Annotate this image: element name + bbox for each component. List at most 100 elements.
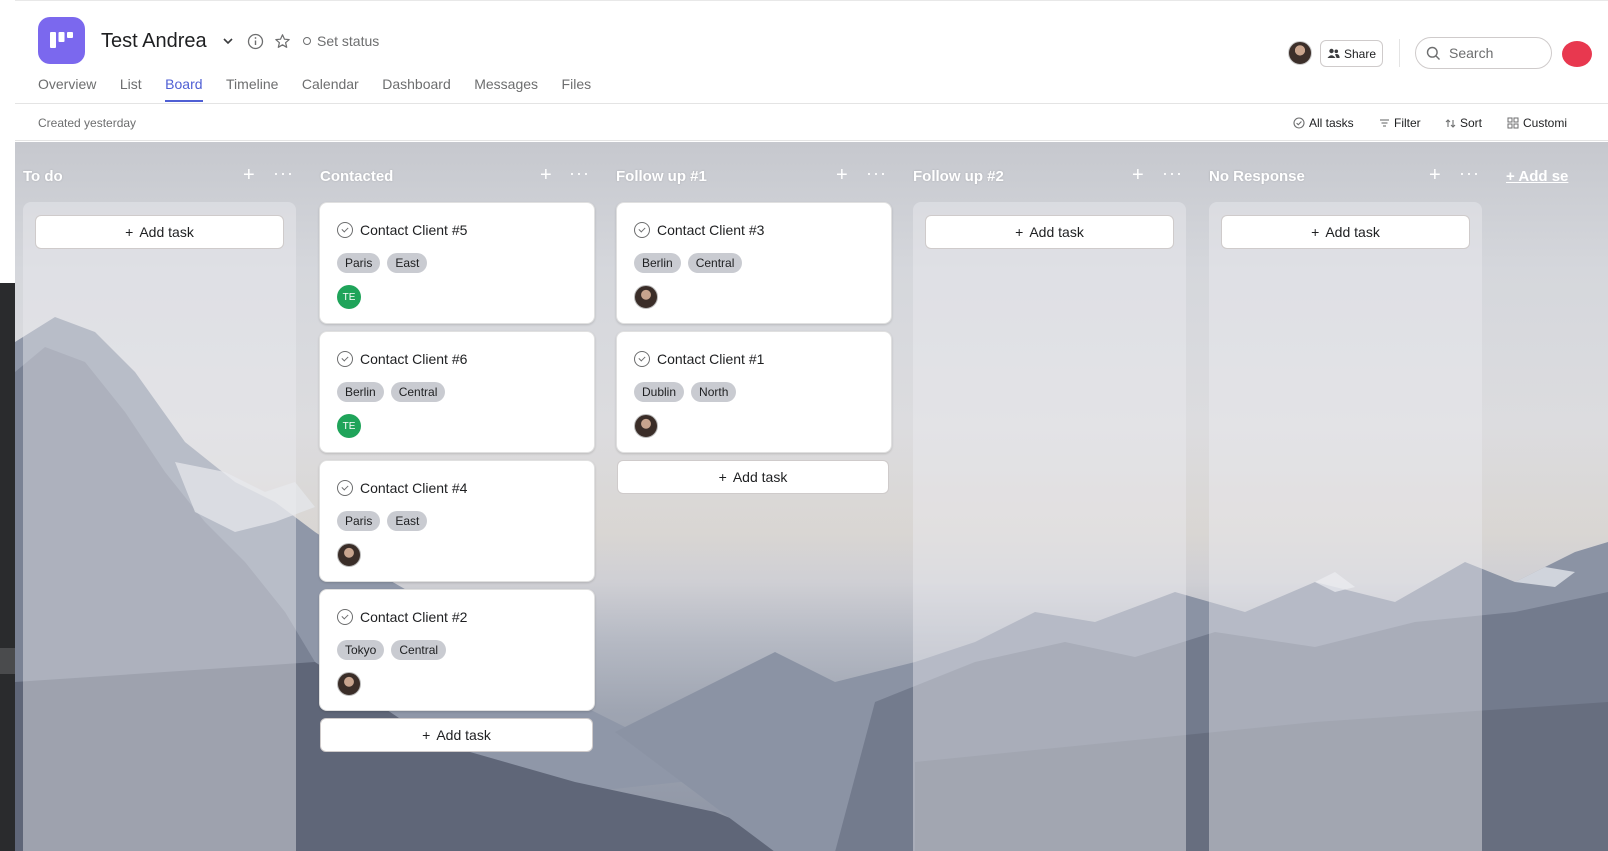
task-tags: Paris East xyxy=(337,511,428,531)
add-task-label: Add task xyxy=(732,469,788,485)
tag[interactable]: Paris xyxy=(337,253,381,273)
tag[interactable]: North xyxy=(691,382,737,402)
column-header-no-response[interactable]: No Response xyxy=(1209,168,1305,188)
tag[interactable]: Berlin xyxy=(634,253,681,273)
plus-icon[interactable]: + xyxy=(1429,164,1441,187)
tab-board[interactable]: Board xyxy=(165,76,203,102)
filter-label: Filter xyxy=(1394,116,1421,130)
tag[interactable]: Berlin xyxy=(337,382,384,402)
sort-button[interactable]: Sort xyxy=(1445,116,1482,130)
check-circle-icon[interactable] xyxy=(337,480,353,496)
plus-icon[interactable]: + xyxy=(243,164,255,187)
chevron-down-icon[interactable] xyxy=(218,31,238,51)
task-tags: Tokyo Central xyxy=(337,640,447,660)
tag[interactable]: Tokyo xyxy=(337,640,385,660)
assignee-avatar[interactable] xyxy=(634,285,658,309)
tag[interactable]: Central xyxy=(390,382,446,402)
plus-icon[interactable]: + xyxy=(836,164,848,187)
add-task-button[interactable]: + Add task xyxy=(925,215,1174,249)
tab-timeline[interactable]: Timeline xyxy=(226,76,278,102)
check-circle-icon[interactable] xyxy=(337,222,353,238)
app-window: Test Andrea Set status Overview List Boa… xyxy=(15,0,1608,851)
plus-icon: + xyxy=(125,224,134,240)
tag[interactable]: Central xyxy=(391,640,447,660)
tab-files[interactable]: Files xyxy=(562,76,592,102)
grid-icon xyxy=(1507,117,1519,129)
add-task-button[interactable]: + Add task xyxy=(320,718,593,752)
assignee-avatar[interactable] xyxy=(337,672,361,696)
tag[interactable]: East xyxy=(387,511,428,531)
people-icon xyxy=(1327,48,1340,58)
tab-dashboard[interactable]: Dashboard xyxy=(382,76,451,102)
column-no-response xyxy=(1209,202,1482,851)
project-header: Test Andrea Set status Overview List Boa… xyxy=(15,1,1608,104)
add-task-button[interactable]: + Add task xyxy=(35,215,284,249)
check-circle-icon[interactable] xyxy=(634,351,650,367)
plus-icon[interactable]: + xyxy=(1132,164,1144,187)
user-avatar[interactable] xyxy=(1562,41,1592,67)
tab-list[interactable]: List xyxy=(120,76,142,102)
customize-button[interactable]: Customi xyxy=(1507,116,1567,130)
project-title[interactable]: Test Andrea xyxy=(101,30,207,53)
task-title: Contact Client #4 xyxy=(360,480,468,496)
customize-label: Customi xyxy=(1523,116,1568,130)
sort-label: Sort xyxy=(1460,116,1483,130)
column-header-to-do[interactable]: To do xyxy=(23,168,63,188)
check-circle-icon[interactable] xyxy=(634,222,650,238)
star-icon[interactable] xyxy=(272,31,292,51)
task-tags: Berlin Central xyxy=(634,253,743,273)
add-task-label: Add task xyxy=(1325,224,1380,240)
share-button[interactable]: Share xyxy=(1320,40,1383,67)
plus-icon: + xyxy=(422,727,431,743)
sidebar-edge xyxy=(0,283,15,851)
assignee-avatar[interactable]: TE xyxy=(337,285,361,309)
add-task-button[interactable]: + Add task xyxy=(1221,215,1470,249)
column-header-follow-up-1[interactable]: Follow up #1 xyxy=(616,168,707,188)
assignee-avatar[interactable] xyxy=(634,414,658,438)
add-task-button[interactable]: + Add task xyxy=(617,460,889,494)
tag[interactable]: Paris xyxy=(337,511,381,531)
tab-messages[interactable]: Messages xyxy=(474,76,538,102)
board-toolbar: Created yesterday All tasks Filter Sort … xyxy=(15,105,1608,141)
created-info: Created yesterday xyxy=(38,116,137,130)
more-icon[interactable]: ··· xyxy=(1459,163,1480,184)
tab-calendar[interactable]: Calendar xyxy=(302,76,359,102)
task-card[interactable]: Contact Client #1 Dublin North xyxy=(616,331,892,453)
task-card[interactable]: Contact Client #2 Tokyo Central xyxy=(319,589,595,711)
assignee-avatar[interactable]: TE xyxy=(337,414,361,438)
task-card[interactable]: Contact Client #4 Paris East xyxy=(319,460,595,582)
add-task-label: Add task xyxy=(436,727,491,743)
plus-icon: + xyxy=(1311,224,1320,240)
assignee-avatar[interactable] xyxy=(337,543,361,567)
column-header-contacted[interactable]: Contacted xyxy=(320,168,393,188)
task-title: Contact Client #5 xyxy=(360,222,468,238)
more-icon[interactable]: ··· xyxy=(1162,163,1183,184)
tab-overview[interactable]: Overview xyxy=(38,76,96,102)
search-placeholder: Search xyxy=(1449,45,1494,61)
more-icon[interactable]: ··· xyxy=(569,163,590,184)
filter-button[interactable]: Filter xyxy=(1379,116,1421,130)
tag[interactable]: Dublin xyxy=(634,382,685,402)
task-title: Contact Client #2 xyxy=(360,609,468,625)
info-icon[interactable] xyxy=(245,31,265,51)
task-card[interactable]: Contact Client #3 Berlin Central xyxy=(616,202,892,324)
check-circle-icon[interactable] xyxy=(337,351,353,367)
column-header-follow-up-2[interactable]: Follow up #2 xyxy=(913,168,1004,188)
project-tabs: Overview List Board Timeline Calendar Da… xyxy=(38,76,615,102)
more-icon[interactable]: ··· xyxy=(866,163,887,184)
sort-icon xyxy=(1445,118,1456,128)
member-avatar[interactable] xyxy=(1288,41,1312,65)
task-card[interactable]: Contact Client #6 Berlin Central TE xyxy=(319,331,595,453)
task-tags: Berlin Central xyxy=(337,382,446,402)
task-card[interactable]: Contact Client #5 Paris East TE xyxy=(319,202,595,324)
search-input[interactable]: Search xyxy=(1415,37,1552,69)
tag[interactable]: Central xyxy=(687,253,743,273)
add-section-button[interactable]: + Add se xyxy=(1506,168,1568,185)
more-icon[interactable]: ··· xyxy=(273,163,294,184)
check-circle-icon[interactable] xyxy=(337,609,353,625)
project-board-icon[interactable] xyxy=(38,17,85,64)
plus-icon[interactable]: + xyxy=(540,164,552,187)
all-tasks-button[interactable]: All tasks xyxy=(1293,116,1354,130)
tag[interactable]: East xyxy=(387,253,428,273)
set-status-button[interactable]: Set status xyxy=(303,33,379,49)
